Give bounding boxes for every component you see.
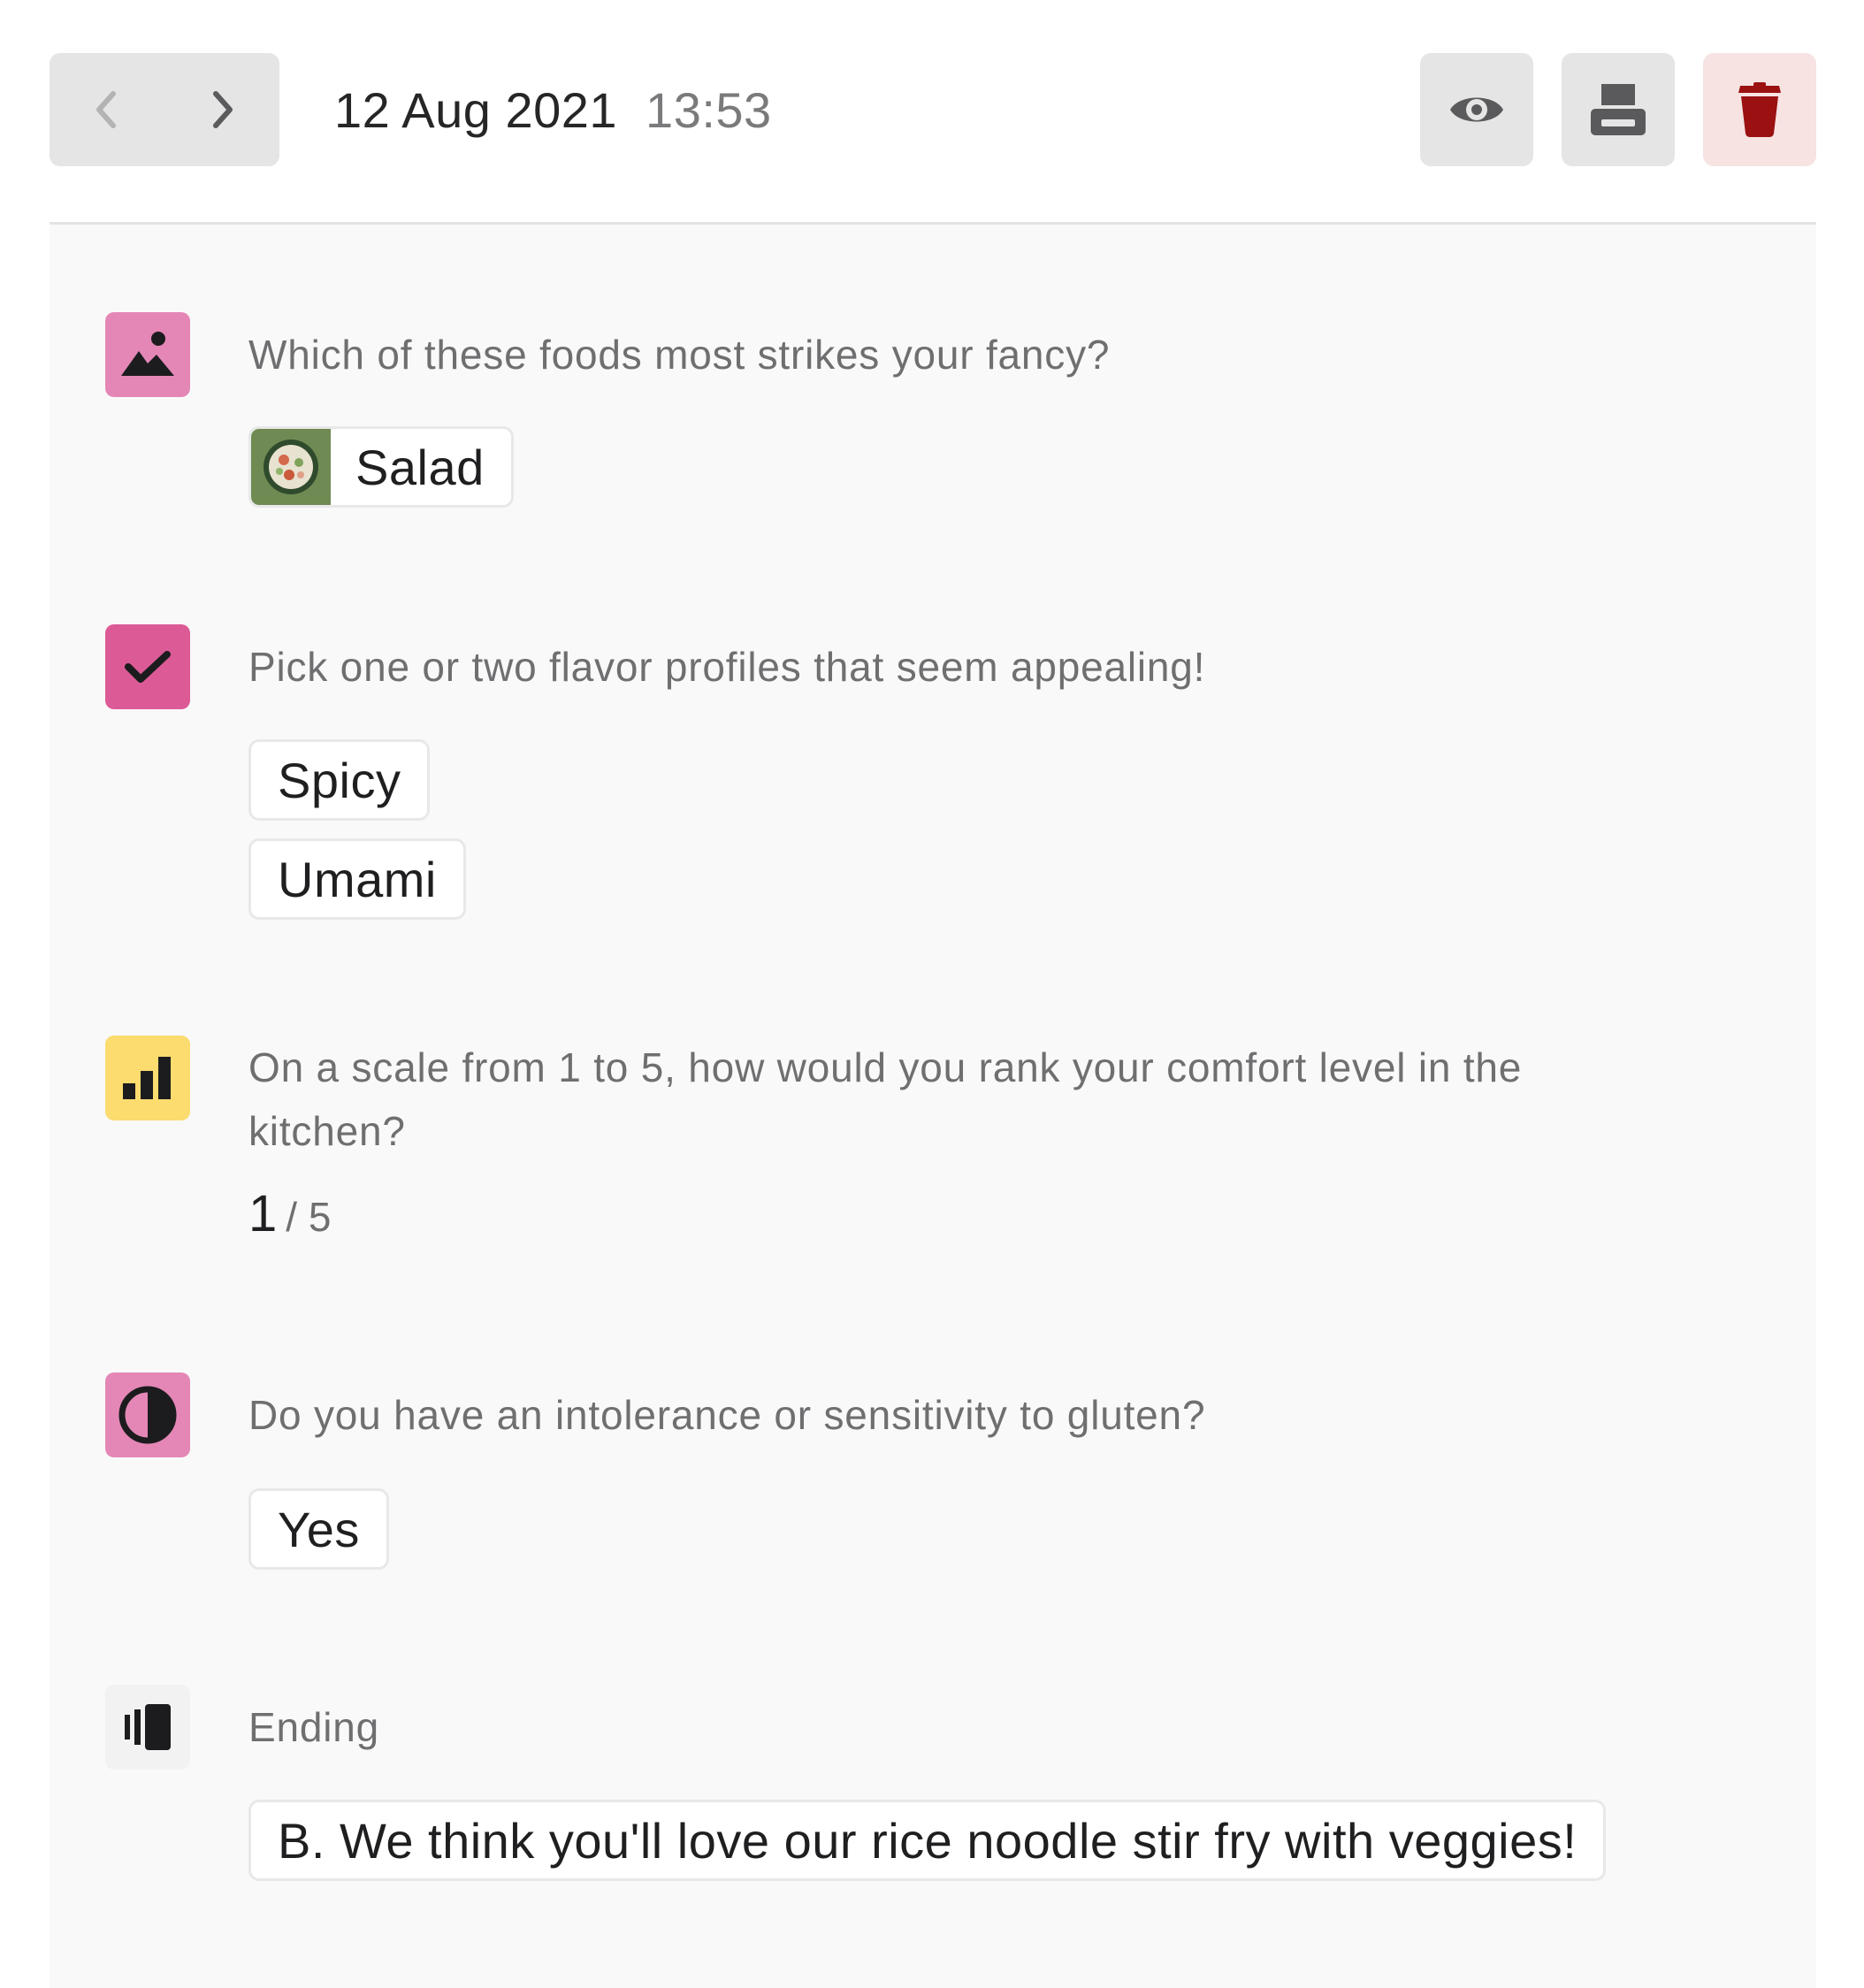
delete-button[interactable] bbox=[1703, 53, 1816, 166]
answer-chip: Yes bbox=[248, 1488, 389, 1570]
answer-chip: Salad bbox=[248, 426, 514, 508]
response-header: 12 Aug 2021 13:53 bbox=[50, 53, 1816, 166]
eye-icon bbox=[1450, 97, 1503, 122]
rating-score: 1 bbox=[248, 1185, 278, 1242]
pagination-controls bbox=[50, 53, 279, 166]
print-button[interactable] bbox=[1562, 53, 1675, 166]
chevron-right-icon bbox=[213, 91, 233, 128]
ending-icon bbox=[105, 1685, 190, 1770]
response-timestamp: 12 Aug 2021 13:53 bbox=[334, 53, 772, 166]
rating-max: / 5 bbox=[286, 1194, 332, 1240]
rating-value: 1 / 5 bbox=[248, 1184, 331, 1243]
answer-label: Spicy bbox=[278, 752, 401, 808]
picture-choice-icon bbox=[105, 312, 190, 397]
trash-icon bbox=[1738, 82, 1781, 137]
question-text: Which of these foods most strikes your f… bbox=[248, 332, 1111, 378]
view-button[interactable] bbox=[1420, 53, 1533, 166]
bar-chart-icon bbox=[105, 1036, 190, 1120]
answer-label: Yes bbox=[278, 1501, 360, 1557]
question-text: Pick one or two flavor profiles that see… bbox=[248, 644, 1206, 690]
chevron-left-icon bbox=[96, 91, 116, 128]
question-text: On a scale from 1 to 5, how would you ra… bbox=[248, 1044, 1523, 1154]
next-response-button[interactable] bbox=[164, 53, 279, 166]
question-text: Do you have an intolerance or sensitivit… bbox=[248, 1392, 1206, 1438]
response-date: 12 Aug 2021 bbox=[334, 81, 618, 138]
half-circle-icon bbox=[105, 1372, 190, 1457]
answer-label: Umami bbox=[278, 851, 437, 907]
ending-label: Ending bbox=[248, 1704, 380, 1750]
ending-text: B. We think you'll love our rice noodle … bbox=[278, 1812, 1578, 1869]
previous-response-button[interactable] bbox=[50, 53, 164, 166]
salad-thumbnail bbox=[251, 429, 331, 505]
answers-panel: Which of these foods most strikes your f… bbox=[50, 225, 1816, 1988]
answer-chip: Umami bbox=[248, 838, 466, 920]
response-time: 13:53 bbox=[646, 81, 772, 138]
response-view: 12 Aug 2021 13:53 Which of these foods m… bbox=[0, 0, 1864, 1988]
ending-chip: B. We think you'll love our rice noodle … bbox=[248, 1800, 1607, 1881]
answer-label: Salad bbox=[355, 439, 485, 495]
checkbox-icon bbox=[105, 624, 190, 709]
answer-chip: Spicy bbox=[248, 739, 431, 821]
printer-icon bbox=[1591, 84, 1646, 135]
